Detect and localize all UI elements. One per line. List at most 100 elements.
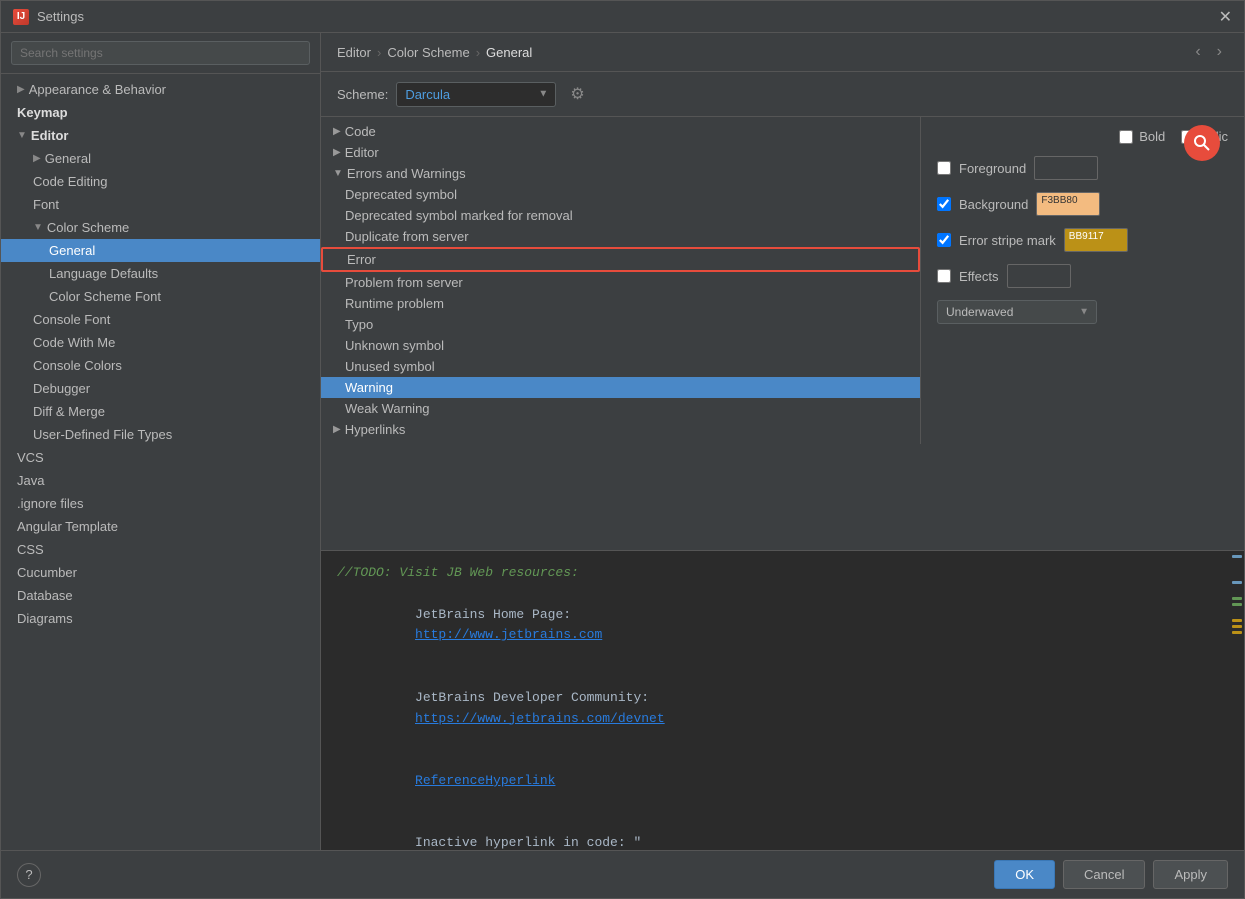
background-checkbox[interactable] xyxy=(937,197,951,211)
arrow-icon: ▼ xyxy=(33,222,43,233)
foreground-row: Foreground xyxy=(937,156,1228,180)
sidebar-item-user-defined-file-types[interactable]: User-Defined File Types xyxy=(1,423,320,446)
forward-button[interactable]: › xyxy=(1211,41,1228,63)
effects-color-swatch[interactable] xyxy=(1007,264,1071,288)
sidebar-item-label: Editor xyxy=(31,128,69,143)
help-button[interactable]: ? xyxy=(17,863,41,887)
sidebar-item-css[interactable]: CSS xyxy=(1,538,320,561)
breadcrumb-sep2: › xyxy=(476,45,480,60)
error-stripe-row: Error stripe mark BB9117 xyxy=(937,228,1228,252)
breadcrumb-color-scheme: Color Scheme xyxy=(387,45,469,60)
tree-item-code[interactable]: ▶ Code xyxy=(321,121,920,142)
scheme-label: Scheme: xyxy=(337,87,388,102)
tree-item-problem-server[interactable]: Problem from server xyxy=(321,272,920,293)
tree-item-editor[interactable]: ▶ Editor xyxy=(321,142,920,163)
tree-item-warning[interactable]: Warning xyxy=(321,377,920,398)
sidebar-item-label: General xyxy=(45,151,91,166)
sidebar-item-console-font[interactable]: Console Font xyxy=(1,308,320,331)
preview-line-comment: //TODO: Visit JB Web resources: xyxy=(337,563,1228,584)
search-input[interactable] xyxy=(11,41,310,65)
effects-row: Effects xyxy=(937,264,1228,288)
tree-panel: ▶ Code ▶ Editor ▼ Errors and Warnings xyxy=(321,117,921,444)
apply-button[interactable]: Apply xyxy=(1153,860,1228,889)
sidebar-item-keymap[interactable]: Keymap xyxy=(1,101,320,124)
marker-yellow2 xyxy=(1232,625,1242,628)
sidebar-item-code-editing[interactable]: Code Editing xyxy=(1,170,320,193)
tree-item-runtime-problem[interactable]: Runtime problem xyxy=(321,293,920,314)
marker-green2 xyxy=(1232,603,1242,606)
sidebar-item-label: Debugger xyxy=(33,381,90,396)
sidebar-item-label: User-Defined File Types xyxy=(33,427,172,442)
sidebar-item-database[interactable]: Database xyxy=(1,584,320,607)
sidebar-item-general[interactable]: ▶ General xyxy=(1,147,320,170)
foreground-checkbox[interactable] xyxy=(937,161,951,175)
bold-label: Bold xyxy=(1139,129,1165,144)
preview-panel: //TODO: Visit JB Web resources: JetBrain… xyxy=(321,550,1244,850)
options-area: Bold Italic Foreground xyxy=(921,117,1244,550)
tree-item-unused-symbol[interactable]: Unused symbol xyxy=(321,356,920,377)
right-panel: Editor › Color Scheme › General ‹ › Sche… xyxy=(321,33,1244,850)
sidebar-item-general-sub[interactable]: General xyxy=(1,239,320,262)
preview-line-inactive: Inactive hyperlink in code: " http://jet… xyxy=(337,813,1228,850)
back-button[interactable]: ‹ xyxy=(1189,41,1206,63)
breadcrumb-general: General xyxy=(486,45,532,60)
sidebar-item-code-with-me[interactable]: Code With Me xyxy=(1,331,320,354)
ok-button[interactable]: OK xyxy=(994,860,1055,889)
tree-panel-wrapper: ▶ Code ▶ Editor ▼ Errors and Warnings xyxy=(321,117,921,550)
tree-item-deprecated-symbol[interactable]: Deprecated symbol xyxy=(321,184,920,205)
error-stripe-color-swatch[interactable]: BB9117 xyxy=(1064,228,1128,252)
background-color-value: F3BB80 xyxy=(1037,193,1099,208)
sidebar-item-java[interactable]: Java xyxy=(1,469,320,492)
preview-text: JetBrains Developer Community: xyxy=(415,690,657,705)
sidebar-item-font[interactable]: Font xyxy=(1,193,320,216)
nav-tree: ▶ Appearance & Behavior Keymap ▼ Editor … xyxy=(1,74,320,850)
error-stripe-color-value: BB9117 xyxy=(1065,229,1127,244)
sidebar-item-label: Angular Template xyxy=(17,519,118,534)
sidebar-item-debugger[interactable]: Debugger xyxy=(1,377,320,400)
search-fab-button[interactable] xyxy=(1184,125,1220,161)
sidebar-item-color-scheme-font[interactable]: Color Scheme Font xyxy=(1,285,320,308)
cancel-button[interactable]: Cancel xyxy=(1063,860,1145,889)
foreground-color-swatch[interactable] xyxy=(1034,156,1098,180)
tree-item-deprecated-marked[interactable]: Deprecated symbol marked for removal xyxy=(321,205,920,226)
tree-item-errors-warnings[interactable]: ▼ Errors and Warnings xyxy=(321,163,920,184)
marker-yellow3 xyxy=(1232,631,1242,634)
sidebar-item-label: VCS xyxy=(17,450,44,465)
error-stripe-checkbox[interactable] xyxy=(937,233,951,247)
preview-ref-link: ReferenceHyperlink xyxy=(415,773,555,788)
tree-item-hyperlinks[interactable]: ▶ Hyperlinks xyxy=(321,419,920,440)
preview-text: JetBrains Home Page: xyxy=(415,607,579,622)
scheme-select[interactable]: Darcula IntelliJ Light High Contrast xyxy=(396,82,556,107)
preview-line-devcomm: JetBrains Developer Community: https://w… xyxy=(337,667,1228,750)
sidebar-item-diagrams[interactable]: Diagrams xyxy=(1,607,320,630)
close-button[interactable]: ✕ xyxy=(1219,7,1232,27)
sidebar-item-ignore-files[interactable]: .ignore files xyxy=(1,492,320,515)
sidebar-item-cucumber[interactable]: Cucumber xyxy=(1,561,320,584)
tree-item-unknown-symbol[interactable]: Unknown symbol xyxy=(321,335,920,356)
sidebar-item-vcs[interactable]: VCS xyxy=(1,446,320,469)
bold-checkbox-label[interactable]: Bold xyxy=(1119,129,1165,144)
effects-checkbox[interactable] xyxy=(937,269,951,283)
sidebar-item-diff-merge[interactable]: Diff & Merge xyxy=(1,400,320,423)
sidebar-item-editor[interactable]: ▼ Editor xyxy=(1,124,320,147)
tree-item-error[interactable]: Error xyxy=(321,247,920,272)
tree-item-typo[interactable]: Typo xyxy=(321,314,920,335)
sidebar-item-angular[interactable]: Angular Template xyxy=(1,515,320,538)
preview-link-homepage: http://www.jetbrains.com xyxy=(415,627,602,642)
background-color-swatch[interactable]: F3BB80 xyxy=(1036,192,1100,216)
bold-checkbox[interactable] xyxy=(1119,130,1133,144)
effects-select[interactable]: Underwaved Bordered Box Rounded box Stri… xyxy=(937,300,1097,324)
sidebar-item-label: Java xyxy=(17,473,44,488)
tree-item-weak-warning[interactable]: Weak Warning xyxy=(321,398,920,419)
sidebar-item-language-defaults[interactable]: Language Defaults xyxy=(1,262,320,285)
sidebar-item-console-colors[interactable]: Console Colors xyxy=(1,354,320,377)
marker-blue2 xyxy=(1232,581,1242,584)
marker-blue xyxy=(1232,555,1242,558)
breadcrumb: Editor › Color Scheme › General ‹ › xyxy=(321,33,1244,72)
tree-item-duplicate-server[interactable]: Duplicate from server xyxy=(321,226,920,247)
sidebar-item-label: Database xyxy=(17,588,73,603)
window-title: Settings xyxy=(37,9,84,24)
scheme-gear-button[interactable]: ⚙ xyxy=(564,80,590,108)
sidebar-item-appearance[interactable]: ▶ Appearance & Behavior xyxy=(1,78,320,101)
sidebar-item-color-scheme[interactable]: ▼ Color Scheme xyxy=(1,216,320,239)
